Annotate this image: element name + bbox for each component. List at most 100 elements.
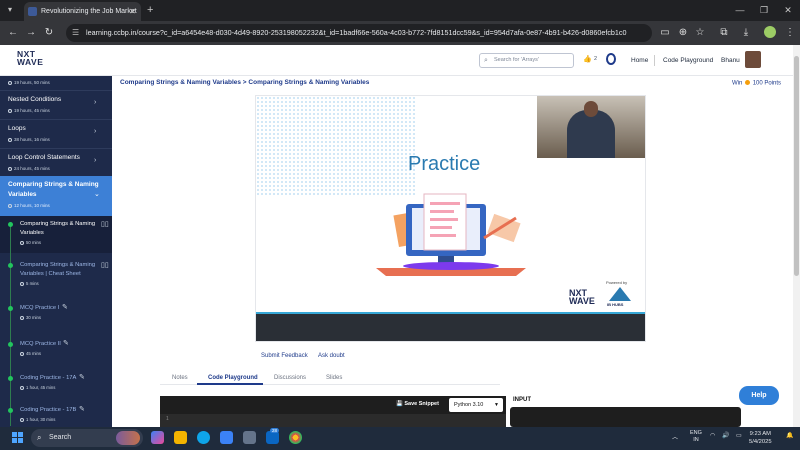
nav-code-playground-link[interactable]: Code Playground	[663, 57, 713, 64]
minimize-icon[interactable]: —	[733, 3, 747, 17]
downloads-icon[interactable]: ⤓	[739, 26, 753, 40]
coin-icon[interactable]	[606, 53, 616, 65]
battery-icon[interactable]: ▭	[736, 432, 742, 439]
page-scrollbar-thumb[interactable]	[794, 56, 799, 276]
tab-list-chevron-icon[interactable]: ▾	[4, 4, 16, 16]
menu-dots-icon[interactable]: ⋮	[783, 26, 797, 40]
notification-badge: 28	[270, 428, 280, 433]
store-icon[interactable]	[220, 431, 233, 444]
copilot-icon[interactable]	[151, 431, 164, 444]
tab-close-icon[interactable]: ✕	[129, 2, 136, 21]
help-button[interactable]: Help	[739, 386, 779, 405]
illus-keyboard	[403, 262, 499, 270]
site-info-icon[interactable]: ☰	[72, 24, 79, 42]
sub-item-mcq-1[interactable]: MCQ Practice I 30 mins ✎	[0, 302, 112, 328]
sub-item-coding-17a[interactable]: Coding Practice - 17A 1 hour, 45 mins ✎	[0, 372, 112, 398]
hubs-label: IB HUBS	[607, 302, 624, 307]
sub-item-comparing-strings[interactable]: Comparing Strings & Naming Variables 50 …	[0, 216, 112, 253]
windows-start-icon[interactable]	[12, 432, 23, 443]
language-select[interactable]: Python 3.10 ▼	[449, 398, 503, 412]
sidebar-module-loops[interactable]: Loops 38 hours, 16 mins ›	[0, 119, 112, 148]
active-tab-indicator	[197, 383, 263, 385]
completed-dot-icon	[8, 222, 13, 227]
user-avatar[interactable]	[745, 51, 761, 68]
completed-dot-icon	[8, 408, 13, 413]
video-control-bar[interactable]	[256, 314, 645, 341]
completed-dot-icon	[8, 342, 13, 347]
browser-tab[interactable]: Revolutionizing the Job Market ✕	[24, 2, 141, 21]
search-icon: ⌕	[484, 57, 488, 64]
completed-dot-icon	[8, 306, 13, 311]
video-slide[interactable]: Practice NXT WAVE Powered by IB HUBS	[255, 95, 646, 342]
course-sidebar: 19 hours, 50 mins Nested Conditions 19 h…	[0, 76, 112, 427]
bookmark-star-icon[interactable]: ☆	[693, 26, 707, 40]
completed-dot-icon	[8, 376, 13, 381]
coin-icon	[745, 80, 751, 85]
sidebar-module-loop-control[interactable]: Loop Control Statements 24 hours, 45 min…	[0, 148, 112, 176]
forward-icon[interactable]: →	[24, 26, 38, 40]
win-points[interactable]: Win 100 Points	[732, 80, 781, 87]
maximize-icon[interactable]: ❐	[757, 3, 771, 17]
close-window-icon[interactable]: ✕	[781, 3, 795, 17]
illus-line-3	[430, 218, 458, 221]
input-textarea[interactable]	[510, 407, 741, 427]
system-clock[interactable]: 9:23 AM 5/4/2025	[749, 430, 772, 446]
language-indicator[interactable]: ENG IN	[690, 430, 702, 444]
volume-icon[interactable]: 🔊	[722, 432, 729, 439]
edge-icon[interactable]	[197, 431, 210, 444]
back-icon[interactable]: ←	[6, 26, 20, 40]
wifi-icon[interactable]: ◠	[710, 432, 715, 439]
tray-chevron-icon[interactable]: ︿	[672, 432, 678, 441]
clock-icon	[20, 240, 24, 245]
clock-icon	[8, 203, 12, 208]
sub-item-meta: 30 mins	[20, 315, 41, 320]
user-name[interactable]: Bhanu	[721, 57, 740, 64]
file-explorer-icon[interactable]	[174, 431, 187, 444]
streak-icon[interactable]: 👍	[583, 55, 592, 63]
address-bar[interactable]: ☰ learning.ccbp.in/course?c_id=a6454e48-…	[66, 24, 652, 42]
new-tab-icon[interactable]: +	[147, 3, 153, 17]
profile-avatar-icon[interactable]	[764, 26, 776, 38]
tab-discussions[interactable]: Discussions	[274, 375, 306, 381]
sidebar-module-comparing-strings[interactable]: Comparing Strings & Naming Variables 12 …	[0, 176, 112, 216]
sub-item-title-line1: Comparing Strings & Naming	[20, 262, 96, 268]
tab-slides[interactable]: Slides	[326, 375, 342, 381]
chrome-icon[interactable]	[289, 431, 302, 444]
site-favicon-icon	[28, 7, 37, 16]
clock-icon	[8, 166, 12, 171]
module-meta: 12 hours, 10 mins	[8, 203, 50, 208]
sub-item-cheat-sheet[interactable]: Comparing Strings & Naming Variables | C…	[0, 257, 112, 294]
extensions-icon[interactable]: ⧉	[717, 26, 731, 40]
module-title: Nested Conditions	[8, 96, 62, 103]
nxtwave-logo[interactable]: NXT WAVE	[17, 50, 43, 67]
taskbar-search[interactable]: ⌕ Search	[31, 429, 143, 447]
breadcrumb[interactable]: Comparing Strings & Naming Variables > C…	[120, 79, 369, 86]
clock-icon	[20, 385, 24, 390]
lang-line2: IN	[693, 437, 699, 443]
ib-hubs-logo: IB HUBS	[607, 285, 633, 309]
sidebar-top-meta: 19 hours, 50 mins	[8, 80, 50, 85]
dot-pattern	[256, 96, 416, 196]
tab-title: Revolutionizing the Job Market	[41, 8, 137, 15]
pencil-icon: ✎	[79, 406, 85, 413]
cast-icon[interactable]: ▭	[658, 26, 672, 40]
pencil-icon: ✎	[79, 374, 85, 381]
sidebar-module-nested-conditions[interactable]: Nested Conditions 19 hours, 45 mins ›	[0, 90, 112, 119]
meta-text: 24 hours, 45 mins	[14, 166, 50, 171]
notifications-bell-icon[interactable]: 🔔	[786, 432, 793, 439]
zoom-icon[interactable]: ⊕	[676, 26, 690, 40]
sub-item-coding-17b[interactable]: Coding Practice - 17B 1 hour, 30 mins ✎	[0, 404, 112, 427]
sub-item-meta: 1 hour, 45 mins	[20, 385, 55, 390]
tab-notes[interactable]: Notes	[172, 375, 188, 381]
search-input[interactable]: ⌕ Search for 'Arrays'	[479, 53, 574, 68]
sub-item-mcq-2[interactable]: MCQ Practice II 45 mins ✎	[0, 338, 112, 364]
nav-home-link[interactable]: Home	[631, 57, 648, 64]
reload-icon[interactable]: ↻	[42, 26, 56, 40]
tab-code-playground[interactable]: Code Playground	[208, 375, 258, 381]
sub-item-title: MCQ Practice I	[20, 305, 60, 311]
submit-feedback-link[interactable]: Submit Feedback	[261, 353, 308, 359]
ask-doubt-link[interactable]: Ask doubt	[318, 353, 345, 359]
browser-toolbar: ← → ↻ ☰ learning.ccbp.in/course?c_id=a64…	[0, 21, 800, 45]
save-snippet-button[interactable]: 💾 Save Snippet	[396, 401, 439, 407]
camera-icon[interactable]	[243, 431, 256, 444]
